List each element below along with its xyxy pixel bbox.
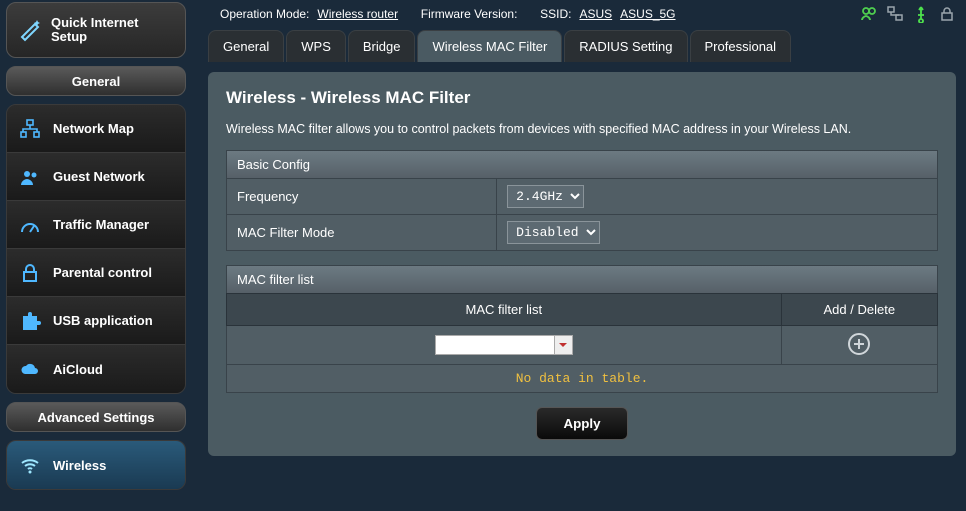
col-mac-filter-list: MAC filter list: [227, 294, 782, 326]
tab-bridge[interactable]: Bridge: [348, 30, 416, 62]
clients-icon[interactable]: [860, 5, 878, 23]
sidebar-item-label: Traffic Manager: [53, 217, 149, 232]
sitemap-icon: [17, 116, 43, 142]
firmware-label: Firmware Version:: [421, 7, 518, 21]
sidebar-item-label: AiCloud: [53, 362, 103, 377]
sidebar-item-parental-control[interactable]: Parental control: [7, 249, 185, 297]
frequency-label: Frequency: [227, 179, 497, 215]
settings-panel: Wireless - Wireless MAC Filter Wireless …: [208, 72, 956, 456]
add-button[interactable]: [847, 332, 871, 356]
apply-button[interactable]: Apply: [536, 407, 627, 440]
lock-icon: [17, 260, 43, 286]
sidebar-item-guest-network[interactable]: Guest Network: [7, 153, 185, 201]
network-icon[interactable]: [886, 5, 904, 23]
sidebar-item-label: Parental control: [53, 265, 152, 280]
basic-config-header: Basic Config: [226, 150, 938, 178]
ssid-24[interactable]: ASUS: [579, 7, 612, 21]
menu-general: Network Map Guest Network Traffic Manage…: [6, 104, 186, 394]
cloud-icon: [17, 356, 43, 382]
quick-internet-setup[interactable]: Quick Internet Setup: [6, 2, 186, 58]
mac-address-input[interactable]: [435, 335, 555, 355]
chevron-down-icon[interactable]: [555, 335, 573, 355]
page-title: Wireless - Wireless MAC Filter: [226, 88, 938, 108]
mac-filter-mode-select[interactable]: Disabled: [507, 221, 600, 244]
sidebar-item-wireless[interactable]: Wireless: [7, 441, 185, 489]
ssid-5g[interactable]: ASUS_5G: [620, 7, 675, 21]
menu-heading-advanced: Advanced Settings: [6, 402, 186, 432]
users-icon: [17, 164, 43, 190]
gauge-icon: [17, 212, 43, 238]
frequency-select[interactable]: 2.4GHz: [507, 185, 584, 208]
qis-label: Quick Internet Setup: [51, 16, 175, 44]
mac-address-combo[interactable]: [435, 335, 573, 355]
tab-professional[interactable]: Professional: [690, 30, 792, 62]
ssid-label: SSID:: [540, 7, 571, 21]
page-description: Wireless MAC filter allows you to contro…: [226, 122, 938, 136]
sidebar: Quick Internet Setup General Network Map…: [0, 2, 192, 490]
tab-wps[interactable]: WPS: [286, 30, 346, 62]
lock-icon[interactable]: [938, 5, 956, 23]
puzzle-icon: [17, 308, 43, 334]
basic-config-table: Frequency 2.4GHz MAC Filter Mode Disable…: [226, 178, 938, 251]
menu-heading-general: General: [6, 66, 186, 96]
no-data-message: No data in table.: [227, 365, 938, 393]
sidebar-item-label: Network Map: [53, 121, 134, 136]
mac-filter-list-table: MAC filter list Add / Delete: [226, 293, 938, 393]
sidebar-item-network-map[interactable]: Network Map: [7, 105, 185, 153]
col-add-delete: Add / Delete: [781, 294, 937, 326]
op-mode-label: Operation Mode:: [220, 7, 309, 21]
mac-filter-list-header: MAC filter list: [226, 265, 938, 293]
mac-filter-mode-label: MAC Filter Mode: [227, 215, 497, 251]
usb-icon[interactable]: [912, 5, 930, 23]
wifi-icon: [17, 452, 43, 478]
sidebar-item-aicloud[interactable]: AiCloud: [7, 345, 185, 393]
wand-icon: [17, 16, 43, 45]
sidebar-item-label: Wireless: [53, 458, 106, 473]
tab-strip: General WPS Bridge Wireless MAC Filter R…: [208, 30, 956, 62]
sidebar-item-label: Guest Network: [53, 169, 145, 184]
tab-wireless-mac-filter[interactable]: Wireless MAC Filter: [417, 30, 562, 62]
sidebar-item-usb-application[interactable]: USB application: [7, 297, 185, 345]
menu-advanced: Wireless: [6, 440, 186, 490]
sidebar-item-label: USB application: [53, 313, 153, 328]
op-mode-value[interactable]: Wireless router: [317, 7, 398, 21]
sidebar-item-traffic-manager[interactable]: Traffic Manager: [7, 201, 185, 249]
main-content: General WPS Bridge Wireless MAC Filter R…: [192, 28, 966, 490]
tab-radius-setting[interactable]: RADIUS Setting: [564, 30, 687, 62]
tab-general[interactable]: General: [208, 30, 284, 62]
